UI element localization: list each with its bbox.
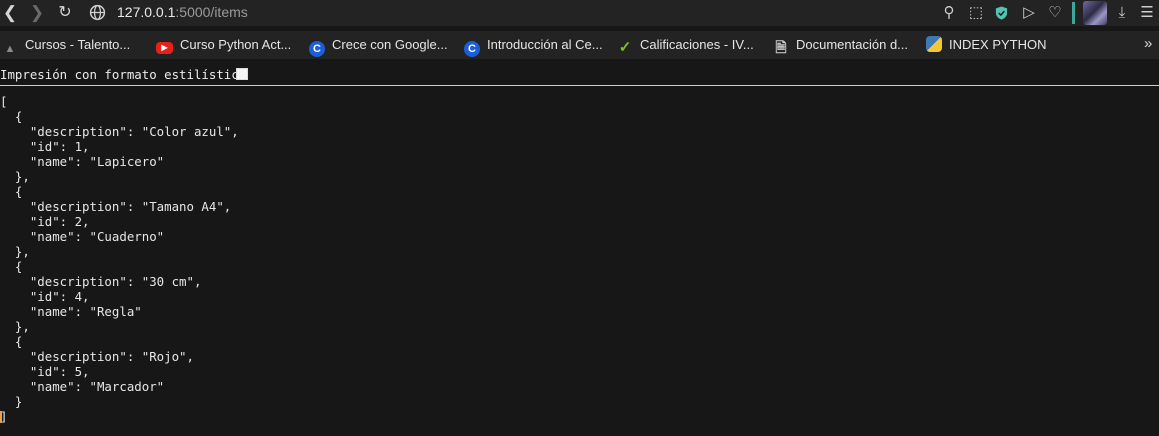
download-icon[interactable]: ⤓ — [1113, 4, 1131, 22]
back-button[interactable]: ❮ — [0, 3, 20, 23]
bookmark-label: Calificaciones - IV... — [640, 37, 754, 52]
bookmark-label: Documentación d... — [796, 37, 909, 52]
chevron-right-icon: ❯ — [29, 3, 45, 22]
screenshot-icon[interactable]: ⬚ — [967, 4, 985, 22]
pretty-print-bar: Impresión con formato estilístico — [0, 65, 1159, 86]
bookmark-label: Introducción al Ce... — [487, 37, 603, 52]
bookmark-item[interactable]: ✓ Calificaciones - IV... — [617, 36, 754, 56]
browser-toolbar: ❮ ❯ ↻ 127.0.0.1:5000/items ⚲ ⬚ ▷ ♡ ⤓ ☰ — [0, 0, 1159, 26]
reload-button[interactable]: ↻ — [55, 3, 75, 23]
pin-icon[interactable]: ⚲ — [940, 4, 958, 22]
document-icon: 🗎 — [775, 39, 787, 55]
toolbar-accent-separator — [1072, 2, 1075, 24]
c-logo-icon: C — [464, 41, 480, 57]
bookmark-label: Curso Python Act... — [180, 37, 292, 52]
bookmark-label: INDEX PYTHON — [949, 37, 1047, 52]
url-host: 127.0.0.1 — [117, 4, 176, 20]
pretty-print-checkbox[interactable] — [236, 68, 248, 80]
play-icon[interactable]: ▷ — [1020, 4, 1038, 22]
menu-icon[interactable]: ☰ — [1138, 4, 1156, 22]
talento-icon: ▲ — [4, 43, 16, 55]
url-path: :5000/items — [175, 4, 248, 20]
bookmark-item[interactable]: ▶ Curso Python Act... — [156, 36, 291, 54]
address-bar[interactable]: 127.0.0.1:5000/items — [117, 4, 248, 21]
bookmark-label: Cursos - Talento... — [25, 37, 131, 52]
forward-button[interactable]: ❯ — [27, 3, 47, 23]
json-output: [ { "description": "Color azul", "id": 1… — [0, 94, 239, 424]
checkmark-icon: ✓ — [618, 39, 632, 56]
pretty-print-label: Impresión con formato estilístico — [0, 67, 247, 82]
bookmark-item[interactable]: INDEX PYTHON — [926, 36, 1047, 54]
bookmark-item[interactable]: ▲ Cursos - Talento... — [2, 36, 131, 55]
avatar[interactable] — [1083, 1, 1107, 25]
text-caret — [0, 411, 2, 423]
chevron-left-icon: ❮ — [2, 3, 18, 22]
json-viewer: Impresión con formato estilístico [ { "d… — [0, 59, 1159, 436]
heart-icon[interactable]: ♡ — [1046, 4, 1064, 22]
reload-icon: ↻ — [58, 4, 72, 21]
globe-icon[interactable] — [89, 4, 106, 21]
python-icon — [926, 36, 942, 52]
shield-icon[interactable] — [994, 5, 1009, 21]
youtube-icon: ▶ — [156, 42, 173, 54]
bookmark-item[interactable]: C Crece con Google... — [309, 36, 448, 57]
bookmark-item[interactable]: 🗎 Documentación d... — [773, 36, 909, 55]
bookmarks-overflow-button[interactable]: » — [1144, 35, 1152, 52]
c-logo-icon: C — [309, 41, 325, 57]
bookmark-label: Crece con Google... — [332, 37, 448, 52]
bookmark-item[interactable]: C Introducción al Ce... — [464, 36, 603, 57]
bookmarks-bar: ▲ Cursos - Talento... ▶ Curso Python Act..… — [0, 31, 1159, 59]
